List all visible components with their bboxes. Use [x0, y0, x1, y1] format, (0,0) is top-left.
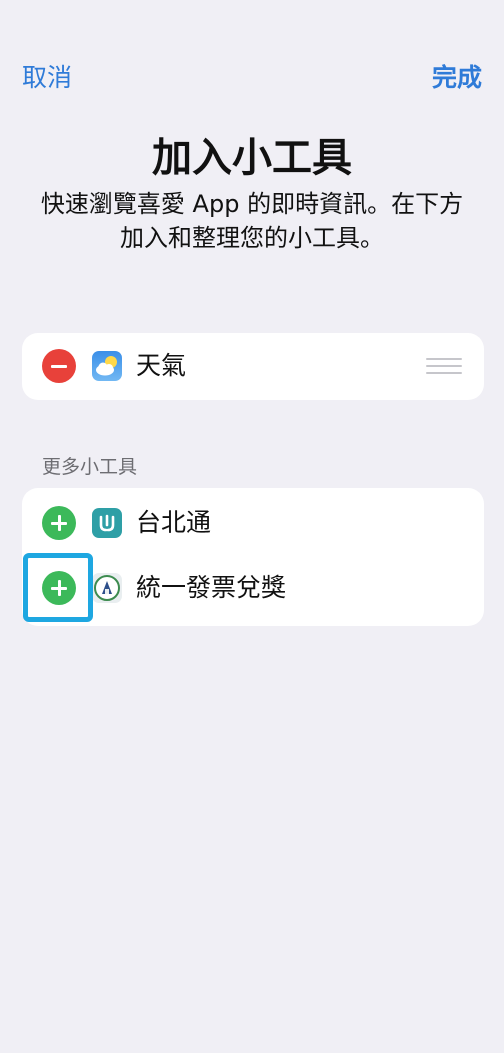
widget-label: 天氣 — [136, 351, 187, 380]
highlight-box — [23, 553, 93, 622]
more-widgets-header: 更多小工具 — [42, 456, 138, 478]
widget-label: 台北通 — [136, 508, 212, 537]
widget-row-taipei-pass: 台北通 — [22, 490, 484, 556]
active-widgets-list: 天氣 — [22, 333, 484, 400]
widget-row-weather: 天氣 — [22, 333, 484, 399]
widget-label: 統一發票兌獎 — [136, 573, 287, 602]
plus-icon-v — [57, 515, 61, 531]
page-subtitle: 快速瀏覽喜愛 App 的即時資訊。在下方加入和整理您的小工具。 — [40, 190, 464, 252]
add-widget-button[interactable] — [42, 506, 76, 540]
done-button[interactable]: 完成 — [432, 58, 482, 98]
remove-widget-button[interactable] — [42, 349, 76, 383]
weather-icon — [92, 351, 122, 381]
reorder-handle-icon[interactable] — [426, 358, 462, 376]
page-title: 加入小工具 — [152, 135, 352, 181]
minus-icon — [51, 364, 67, 368]
invoice-lottery-icon — [92, 573, 122, 603]
cancel-button[interactable]: 取消 — [22, 58, 72, 98]
navigation-bar: 取消 完成 — [0, 58, 504, 98]
taipei-pass-icon — [92, 508, 122, 538]
